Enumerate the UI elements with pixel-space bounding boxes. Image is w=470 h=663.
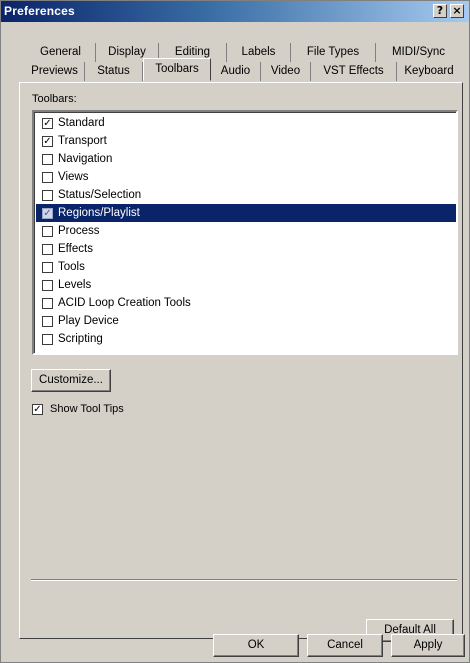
checkbox-process[interactable]	[42, 226, 53, 237]
list-item-label: Play Device	[58, 315, 119, 327]
list-item-effects[interactable]: Effects	[36, 240, 456, 258]
tab-midi-sync[interactable]: MIDI/Sync	[376, 43, 461, 62]
tab-vst-effects[interactable]: VST Effects	[311, 62, 397, 81]
tab-video[interactable]: Video	[261, 62, 311, 81]
show-tool-tips-checkbox[interactable]: ✓	[32, 404, 43, 415]
tab-audio[interactable]: Audio	[211, 62, 261, 81]
help-button[interactable]: ?	[433, 4, 447, 18]
toolbars-label: Toolbars:	[32, 93, 77, 105]
list-item-label: Standard	[58, 117, 105, 129]
list-item-label: Navigation	[58, 153, 113, 165]
list-item-tools[interactable]: Tools	[36, 258, 456, 276]
list-item-label: ACID Loop Creation Tools	[58, 297, 191, 309]
checkbox-acid-loop-creation-tools[interactable]	[42, 298, 53, 309]
preferences-window: Preferences ? × General Display Editing …	[0, 0, 470, 663]
list-item-label: Tools	[58, 261, 85, 273]
checkbox-levels[interactable]	[42, 280, 53, 291]
list-item-process[interactable]: Process	[36, 222, 456, 240]
list-item-label: Views	[58, 171, 89, 183]
tab-general[interactable]: General	[26, 43, 96, 62]
ok-button[interactable]: OK	[213, 634, 299, 657]
list-item-transport[interactable]: ✓ Transport	[36, 132, 456, 150]
checkbox-navigation[interactable]	[42, 154, 53, 165]
list-item-label: Status/Selection	[58, 189, 142, 201]
apply-button[interactable]: Apply	[391, 634, 465, 657]
panel-separator	[31, 579, 457, 581]
list-item-label: Transport	[58, 135, 107, 147]
toolbars-list[interactable]: ✓ Standard ✓ Transport Navigation Views …	[32, 110, 458, 355]
list-item-regions-playlist[interactable]: ✓ Regions/Playlist	[36, 204, 456, 222]
list-item-play-device[interactable]: Play Device	[36, 312, 456, 330]
list-item-label: Levels	[58, 279, 92, 291]
title-bar[interactable]: Preferences ? ×	[1, 1, 469, 22]
tab-previews[interactable]: Previews	[25, 62, 85, 81]
checkbox-play-device[interactable]	[42, 316, 53, 327]
close-button[interactable]: ×	[450, 4, 464, 18]
list-item-acid-loop-creation-tools[interactable]: ACID Loop Creation Tools	[36, 294, 456, 312]
tab-toolbars[interactable]: Toolbars	[143, 58, 211, 81]
checkbox-regions-playlist[interactable]: ✓	[42, 208, 53, 219]
tab-file-types[interactable]: File Types	[291, 43, 376, 62]
customize-button[interactable]: Customize...	[31, 369, 111, 392]
list-item-label: Effects	[58, 243, 93, 255]
checkbox-scripting[interactable]	[42, 334, 53, 345]
checkbox-views[interactable]	[42, 172, 53, 183]
checkbox-transport[interactable]: ✓	[42, 136, 53, 147]
tab-status[interactable]: Status	[85, 62, 143, 81]
tab-labels[interactable]: Labels	[227, 43, 291, 62]
tab-keyboard[interactable]: Keyboard	[397, 62, 461, 81]
list-item-label: Process	[58, 225, 100, 237]
checkbox-standard[interactable]: ✓	[42, 118, 53, 129]
list-item-standard[interactable]: ✓ Standard	[36, 114, 456, 132]
window-title: Preferences	[4, 4, 75, 18]
checkbox-effects[interactable]	[42, 244, 53, 255]
list-item-scripting[interactable]: Scripting	[36, 330, 456, 348]
checkbox-status-selection[interactable]	[42, 190, 53, 201]
list-item-status-selection[interactable]: Status/Selection	[36, 186, 456, 204]
list-item-label: Scripting	[58, 333, 103, 345]
list-item-navigation[interactable]: Navigation	[36, 150, 456, 168]
cancel-button[interactable]: Cancel	[307, 634, 383, 657]
list-item-levels[interactable]: Levels	[36, 276, 456, 294]
checkbox-tools[interactable]	[42, 262, 53, 273]
show-tool-tips-label: Show Tool Tips	[50, 403, 124, 415]
list-item-views[interactable]: Views	[36, 168, 456, 186]
list-item-label: Regions/Playlist	[58, 207, 140, 219]
